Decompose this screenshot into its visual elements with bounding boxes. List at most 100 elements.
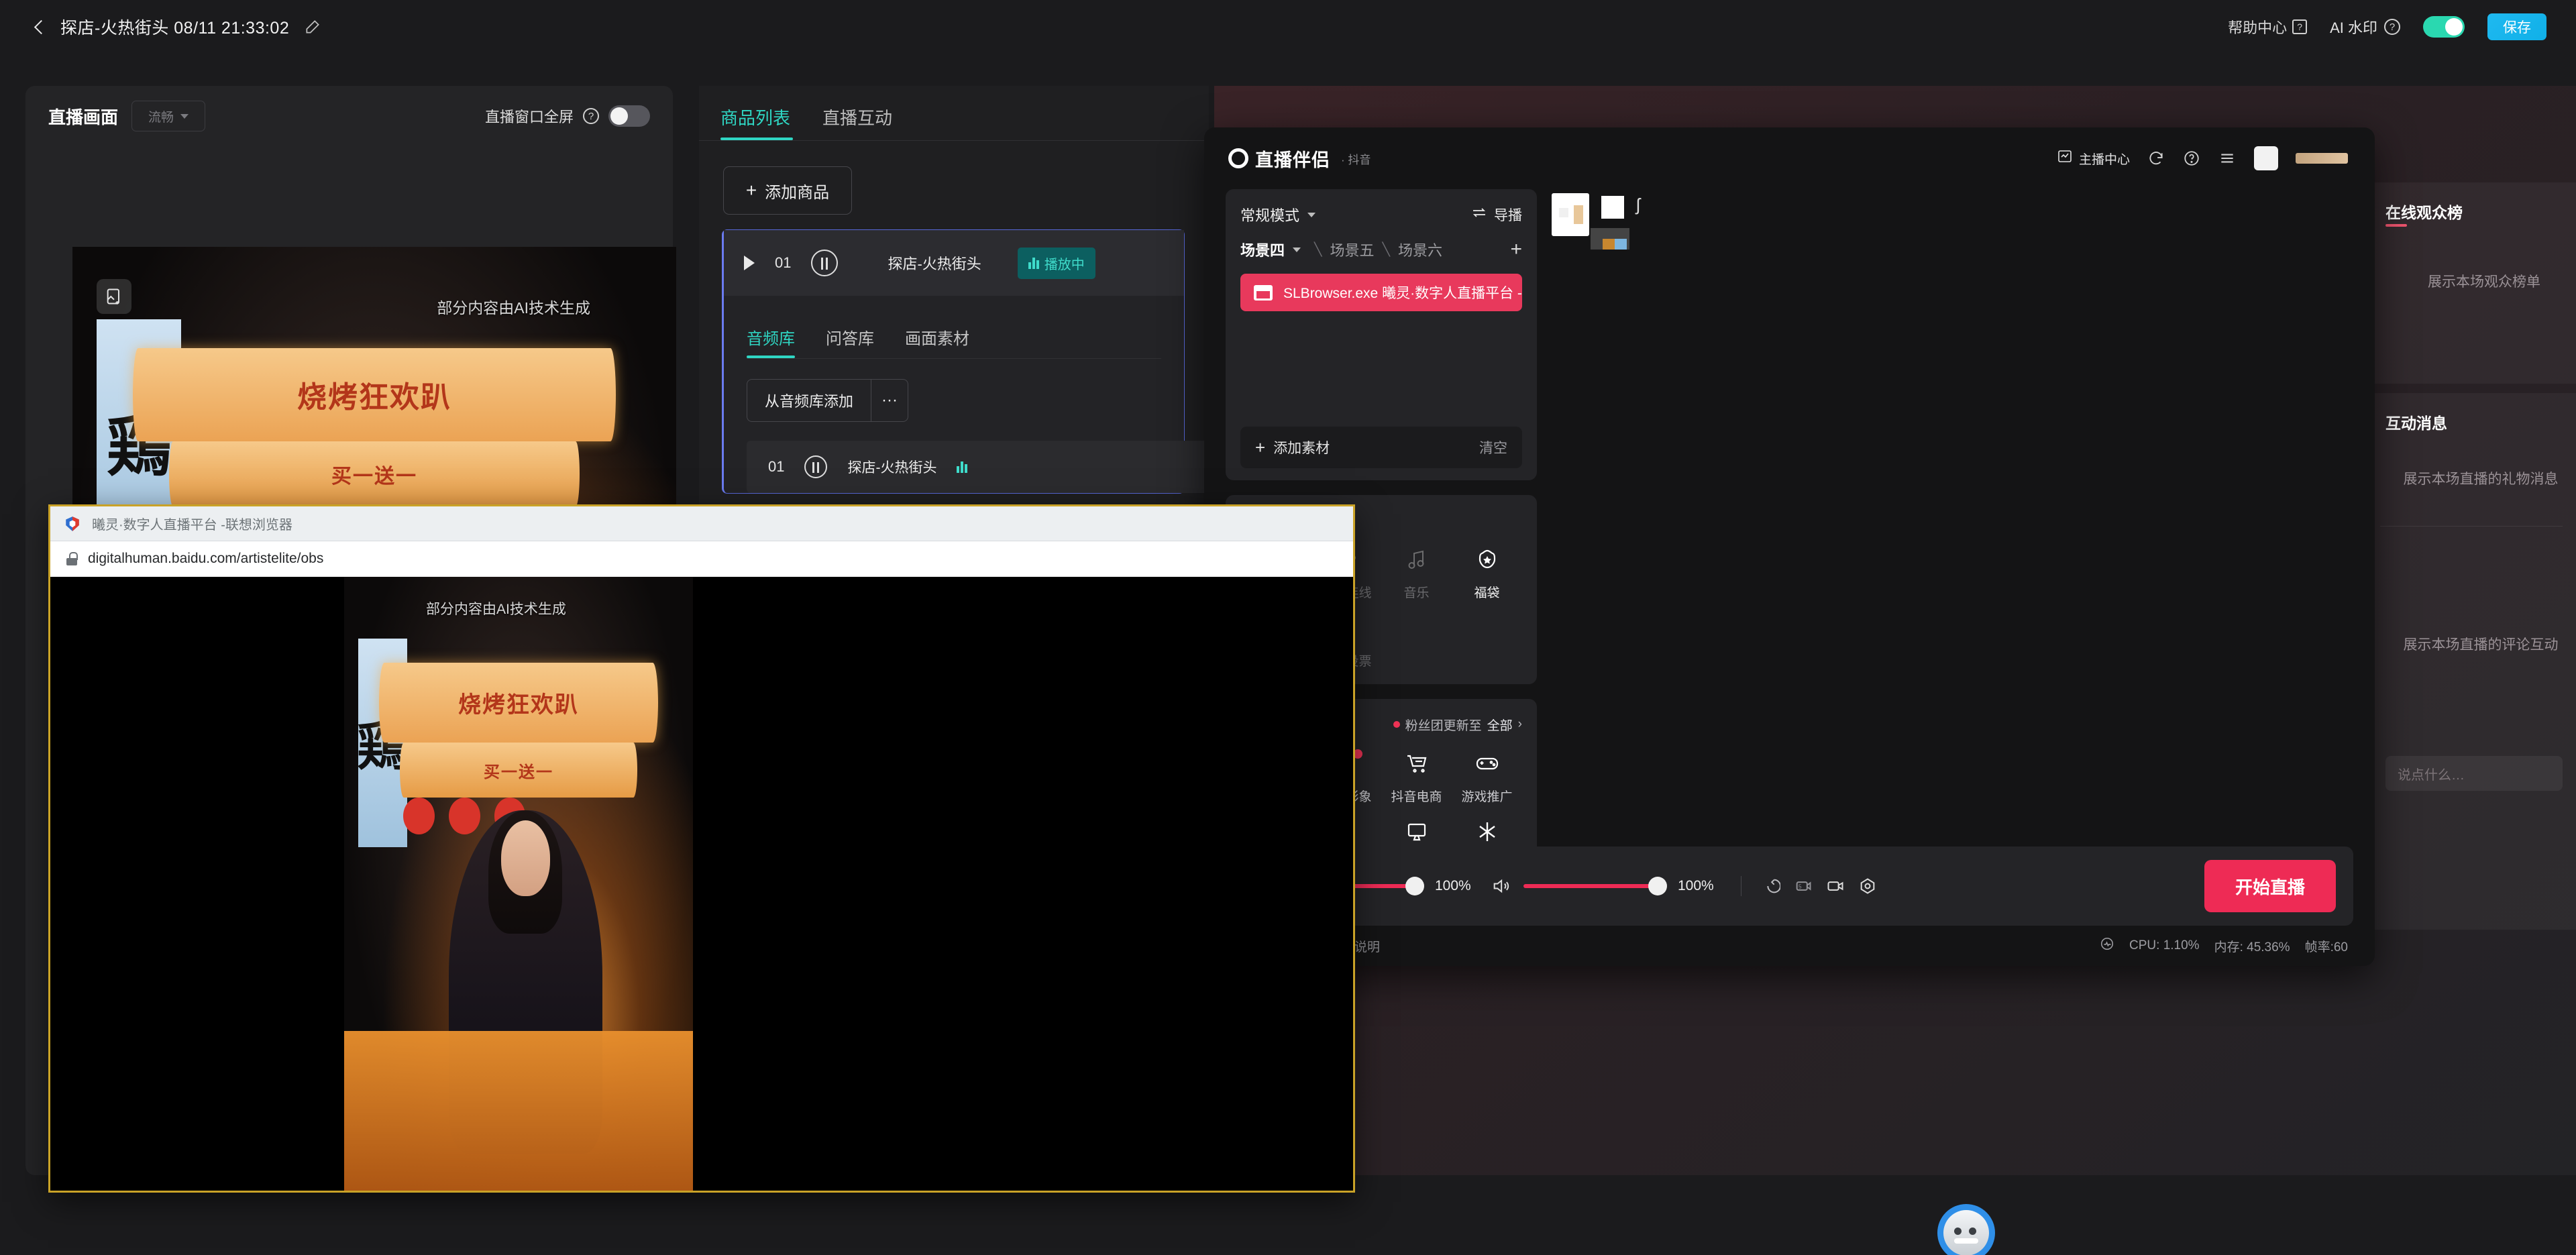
header-right: 帮助中心 ? AI 水印 ? 保存 [2228,13,2576,40]
fans-update-notice[interactable]: 粉丝团更新至 全部 › [1393,716,1522,734]
tab-scene-material[interactable]: 画面素材 [905,325,969,358]
fans-notice-link[interactable]: 全部 [1487,716,1513,734]
source-list-item[interactable]: SLBrowser.exe 曦灵·数字人直播平台 -… [1240,274,1522,311]
microphone-volume-value: 100% [1435,878,1471,893]
help-circle-icon[interactable] [2183,150,2201,168]
companion-brand-sub: · 抖音 [1341,153,1371,166]
scene-thumbnail-main[interactable] [1552,193,1589,236]
scene-separator: ╲ [1382,242,1390,257]
svg-text:5: 5 [1799,884,1802,890]
director-button[interactable]: 导播 [1471,205,1522,225]
quality-select[interactable]: 流畅 [131,101,206,131]
companion-status-line: 不建议直播的游戏说明 CPU: 1.10% 内存: 45.36% 帧率:60 [1226,936,2353,955]
companion-brand: 直播伴侣 [1255,150,1330,170]
5s-delay-icon[interactable]: 5 [1794,877,1813,895]
browser-content: 鶏 烧烤狂欢趴 买一送一 部分内容由AI技术生成 [50,577,1353,1191]
tab-product-list[interactable]: 商品列表 [720,105,794,140]
avatar[interactable] [2254,146,2278,170]
anchor-center-button[interactable]: 主播中心 [2057,148,2130,168]
source-label: SLBrowser.exe 曦灵·数字人直播平台 -… [1283,286,1522,301]
product-panel-tabs: 商品列表 直播互动 [699,86,1209,140]
scene-tab-5[interactable]: 场景五 [1330,239,1374,260]
help-square-icon: ? [2292,19,2308,34]
camera-icon[interactable] [1826,877,1845,895]
scene-thumbnail-small[interactable] [1601,196,1624,219]
browser-window: 曦灵·数字人直播平台 -联想浏览器 digitalhuman.baidu.com… [48,504,1355,1193]
companion-logo: 直播伴侣 · 抖音 [1228,146,1371,172]
pause-icon[interactable] [804,455,828,478]
add-source-label[interactable]: 添加素材 [1273,437,1330,457]
companion-controls: 100% 100% 5 开始直播 [1226,847,2353,926]
audio-list-item[interactable]: 01 探店-火热街头 [747,441,1210,493]
help-circle-icon[interactable]: ? [2384,19,2400,35]
pencil-icon[interactable] [304,18,321,36]
plus-icon[interactable]: + [1255,437,1265,458]
divider [747,358,1161,359]
interaction-message-card: 互动消息 展示本场直播的礼物消息 展示本场直播的评论互动 说点什么… [2367,393,2576,930]
signboard-line1: 烧烤狂欢趴 [458,693,579,718]
scene-tab-6[interactable]: 场景六 [1398,239,1442,260]
assistant-eye-left [1954,1227,1962,1235]
speaker-icon[interactable] [1491,877,1510,895]
scene-thumbnail-glyph: ʃ [1636,195,1640,215]
browser-url: digitalhuman.baidu.com/artistelite/obs [88,551,324,566]
fullscreen-toggle[interactable] [608,105,650,127]
refresh-icon[interactable] [2147,150,2165,168]
browser-titlebar: 曦灵·数字人直播平台 -联想浏览器 [50,506,1353,541]
speaker-volume-slider[interactable] [1523,877,1667,895]
add-scene-button[interactable]: + [1510,239,1522,260]
tool-item-douyin-ecommerce[interactable]: 抖音电商 [1381,751,1452,805]
divider [699,140,1209,141]
audio-name: 探店-火热街头 [847,460,937,476]
top-header: 探店-火热街头 08/11 21:33:02 帮助中心 ? AI 水印 ? 保存 [0,0,2576,54]
tab-live-interaction[interactable]: 直播互动 [822,105,892,140]
image-upload-icon[interactable] [97,279,131,314]
tab-audio-library[interactable]: 音频库 [747,325,795,358]
help-center-label: 帮助中心 [2228,19,2288,36]
menu-icon[interactable] [2218,150,2237,168]
slider-knob[interactable] [1405,877,1424,895]
audience-rank-card: 在线观众榜 展示本场观众榜单 [2367,182,2576,384]
memory-usage: 内存: 45.36% [2214,940,2290,954]
signboard-banner2: 买一送一 [400,743,637,798]
interaction-message-title: 互动消息 [2385,415,2447,432]
chevron-down-icon[interactable] [1293,247,1301,252]
play-item-lucky-bag[interactable]: 福袋 [1452,547,1522,601]
product-card-row[interactable]: 01 探店-火热街头 播放中 [724,230,1184,296]
fullscreen-group: 直播窗口全屏 ? [485,105,650,127]
target-icon[interactable] [1858,877,1877,895]
help-center-button[interactable]: 帮助中心 ? [2228,16,2308,38]
play-triangle-icon[interactable] [744,256,755,270]
pause-icon[interactable] [811,250,839,276]
start-live-button[interactable]: 开始直播 [2204,860,2336,912]
director-label: 导播 [1494,208,1522,223]
tool-item-game-promotion[interactable]: 游戏推广 [1452,751,1522,805]
add-product-button[interactable]: + 添加商品 [723,166,852,215]
save-button[interactable]: 保存 [2487,13,2546,40]
scene-tab-4[interactable]: 场景四 [1240,239,1285,260]
browser-urlbar[interactable]: digitalhuman.baidu.com/artistelite/obs [50,541,1353,576]
audio-index: 01 [768,458,785,475]
slider-knob[interactable] [1648,877,1667,895]
playing-badge-label: 播放中 [1044,257,1085,272]
assistant-mouth [1954,1238,1978,1244]
anchor-center-label: 主播中心 [2078,152,2130,167]
play-item-music[interactable]: 音乐 [1381,547,1452,601]
speaker-volume-value: 100% [1678,878,1714,893]
add-from-audio-library-button[interactable]: 从音频库添加 [747,379,871,422]
clear-sources-button[interactable]: 清空 [1479,437,1507,457]
play-item-label: 福袋 [1474,586,1500,600]
assistant-avatar-icon[interactable] [1937,1204,1995,1255]
assistant-eye-right [1969,1227,1976,1235]
beauty-icon[interactable] [1762,877,1781,895]
more-options-button[interactable]: ··· [871,379,909,422]
assistant-face [1943,1210,1989,1255]
help-circle-icon[interactable]: ? [583,108,599,124]
tab-qa-library[interactable]: 问答库 [826,325,874,358]
chat-input[interactable]: 说点什么… [2385,756,2563,791]
back-button[interactable] [32,20,46,34]
audio-library-actions: 从音频库添加 ··· [747,379,1184,422]
signboard-line2: 买一送一 [331,465,417,488]
ai-watermark-toggle[interactable] [2423,16,2465,38]
mode-select[interactable]: 常规模式 [1240,204,1316,225]
